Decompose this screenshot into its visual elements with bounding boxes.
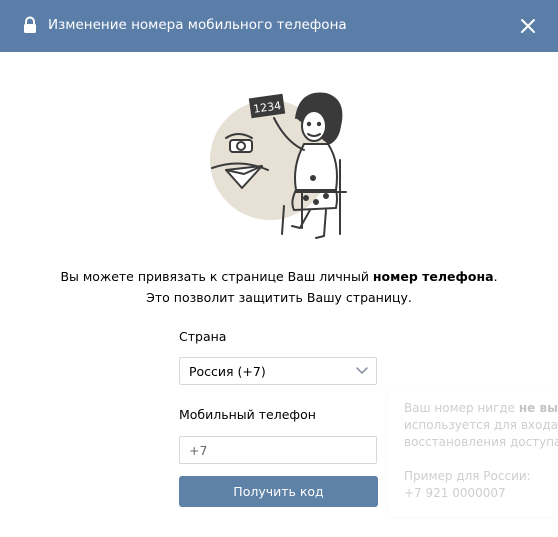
chevron-down-icon	[356, 367, 368, 374]
hint-text: Ваш номер нигде не выво используется для…	[404, 400, 558, 451]
hint-line-2: используется для входа н	[404, 418, 558, 432]
dialog-title: Изменение номера мобильного телефона	[48, 17, 347, 33]
close-icon[interactable]	[520, 18, 536, 34]
lock-icon	[24, 16, 36, 33]
hint-line-1: Ваш номер нигде не выво	[404, 401, 558, 415]
hint-example-value: +7 921 0000007	[404, 486, 506, 500]
country-label: Страна	[179, 329, 227, 344]
hint-line-3: восстановления доступа к	[404, 435, 558, 449]
dialog-header: Изменение номера мобильного телефона	[0, 0, 558, 52]
country-select[interactable]: Россия (+7)	[179, 357, 377, 385]
phone-change-dialog: Изменение номера мобильного телефона 123…	[0, 0, 558, 537]
phone-label: Мобильный телефон	[179, 407, 316, 422]
intro-line-1: Вы можете привязать к странице Ваш личны…	[60, 269, 498, 284]
intro-line-2: Это позволит защитить Вашу страницу.	[146, 290, 412, 305]
hint-example-label: Пример для России:	[404, 469, 531, 483]
intro-text: Вы можете привязать к странице Ваш личны…	[0, 266, 558, 308]
phone-input[interactable]	[179, 436, 377, 464]
country-select-value: Россия (+7)	[189, 364, 266, 379]
hint-example: Пример для России: +7 921 0000007	[404, 468, 531, 502]
phone-hint-tooltip: Ваш номер нигде не выво используется для…	[388, 388, 558, 516]
phone-illustration: 1234	[210, 92, 347, 239]
get-code-button[interactable]: Получить код	[179, 476, 378, 507]
